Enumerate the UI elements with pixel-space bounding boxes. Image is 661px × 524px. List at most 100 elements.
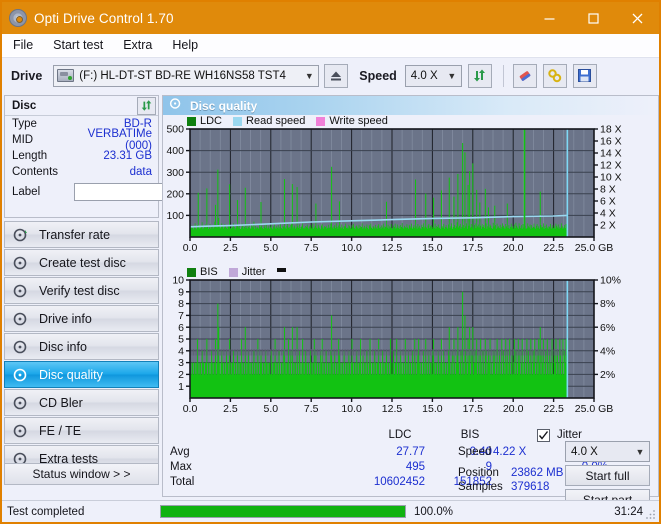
minimize-button[interactable] bbox=[527, 2, 571, 34]
sidebar-item-transfer-rate[interactable]: Transfer rate bbox=[4, 221, 159, 248]
disc-quality-icon bbox=[169, 97, 182, 115]
stats-max-ldc: 495 bbox=[345, 461, 425, 473]
svg-text:500: 500 bbox=[166, 124, 184, 136]
resize-grip[interactable] bbox=[645, 508, 657, 520]
svg-text:12 X: 12 X bbox=[600, 160, 622, 172]
drive-select[interactable]: (F:) HL-DT-ST BD-RE WH16NS58 TST4 ▼ bbox=[53, 65, 319, 87]
progress-bar-fill bbox=[161, 506, 405, 517]
status-window-button[interactable]: Status window > > bbox=[4, 463, 159, 485]
stats-row-label-total: Total bbox=[170, 476, 194, 488]
speed-select[interactable]: 4.0 X ▼ bbox=[405, 65, 462, 87]
svg-text:3: 3 bbox=[178, 357, 184, 369]
read-speed-legend-swatch bbox=[233, 117, 242, 126]
sidebar-label-create-test-disc: Create test disc bbox=[39, 256, 126, 270]
menu-item-help[interactable]: Help bbox=[163, 36, 207, 54]
left-panel: Disc Type BD-R MID VERBATIMe (000) Lengt… bbox=[4, 95, 159, 497]
stats-speed-label: Speed bbox=[458, 446, 491, 458]
content-title: Disc quality bbox=[190, 99, 257, 113]
jitter-checkbox[interactable] bbox=[537, 429, 550, 442]
disc-key-label: Label bbox=[12, 186, 74, 198]
drive-select-value: (F:) HL-DT-ST BD-RE WH16NS58 TST4 bbox=[79, 70, 300, 82]
svg-text:7.5: 7.5 bbox=[304, 242, 319, 254]
disc-key-type: Type bbox=[12, 118, 74, 130]
tools-button[interactable] bbox=[543, 64, 567, 88]
svg-text:22.5: 22.5 bbox=[543, 242, 564, 254]
write-speed-legend-label: Write speed bbox=[329, 115, 388, 127]
sidebar-item-disc-quality[interactable]: Disc quality bbox=[4, 361, 159, 388]
disc-fete-icon bbox=[13, 423, 29, 439]
start-full-button[interactable]: Start full bbox=[565, 465, 650, 486]
disc-burn-icon bbox=[13, 255, 29, 271]
elapsed-time: 31:24 bbox=[476, 506, 659, 518]
eraser-button[interactable] bbox=[513, 64, 537, 88]
stats-row-label-max: Max bbox=[170, 461, 192, 473]
svg-text:16 X: 16 X bbox=[600, 136, 622, 148]
disc-panel-title: Disc bbox=[12, 100, 36, 112]
refresh-button[interactable] bbox=[468, 64, 492, 88]
sidebar-item-disc-info[interactable]: Disc info bbox=[4, 333, 159, 360]
sidebar-item-create-test-disc[interactable]: Create test disc bbox=[4, 249, 159, 276]
menu-item-extra[interactable]: Extra bbox=[114, 36, 161, 54]
speed-select-value: 4.0 X bbox=[411, 70, 443, 82]
sidebar-label-disc-info: Disc info bbox=[39, 340, 87, 354]
svg-text:5.0: 5.0 bbox=[263, 242, 278, 254]
disc-test-icon bbox=[13, 227, 29, 243]
jitter-legend-label: Jitter bbox=[242, 266, 266, 278]
eject-button[interactable] bbox=[324, 64, 348, 88]
svg-text:12.5: 12.5 bbox=[382, 403, 403, 415]
sidebar-label-drive-info: Drive info bbox=[39, 312, 92, 326]
sidebar-label-verify-test-disc: Verify test disc bbox=[39, 284, 120, 298]
svg-text:2.5: 2.5 bbox=[223, 403, 238, 415]
close-button[interactable] bbox=[615, 2, 659, 34]
sidebar-item-verify-test-disc[interactable]: Verify test disc bbox=[4, 277, 159, 304]
optical-drive-icon bbox=[57, 69, 74, 82]
ldc-chart-canvas[interactable]: 1002003004005002 X4 X6 X8 X10 X12 X14 X1… bbox=[163, 115, 658, 263]
bis-legend-label: BIS bbox=[200, 266, 218, 278]
disc-row-length: Length 23.31 GB bbox=[5, 148, 158, 164]
svg-text:4: 4 bbox=[178, 345, 184, 357]
svg-text:7: 7 bbox=[178, 310, 184, 322]
svg-text:10%: 10% bbox=[600, 275, 621, 287]
disc-key-length: Length bbox=[12, 150, 74, 162]
sidebar-item-drive-info[interactable]: Drive info bbox=[4, 305, 159, 332]
svg-text:8%: 8% bbox=[600, 298, 615, 310]
svg-text:18 X: 18 X bbox=[600, 124, 622, 136]
toolbar-separator bbox=[503, 65, 504, 87]
stats-header-bis: BIS bbox=[448, 429, 492, 441]
sidebar-item-cd-bler[interactable]: CD Bler bbox=[4, 389, 159, 416]
menu-item-start-test[interactable]: Start test bbox=[44, 36, 112, 54]
stats-header-jitter: Jitter bbox=[557, 429, 582, 441]
menu-bar: File Start test Extra Help bbox=[2, 34, 659, 57]
save-button[interactable] bbox=[573, 64, 597, 88]
progress-percent: 100.0% bbox=[406, 506, 476, 518]
svg-text:6%: 6% bbox=[600, 322, 615, 334]
svg-text:6: 6 bbox=[178, 322, 184, 334]
test-speed-select[interactable]: 4.0 X ▼ bbox=[565, 441, 650, 462]
drive-label: Drive bbox=[11, 69, 42, 83]
bis-chart-canvas[interactable]: 123456789102%4%6%8%10%0.02.55.07.510.012… bbox=[163, 266, 658, 426]
title-bar: Opti Drive Control 1.70 bbox=[2, 2, 659, 34]
svg-text:4 X: 4 X bbox=[600, 208, 616, 220]
menu-item-file[interactable]: File bbox=[4, 36, 42, 54]
svg-text:300: 300 bbox=[166, 167, 184, 179]
svg-text:2%: 2% bbox=[600, 369, 615, 381]
stats-speed-value: 4.22 X bbox=[493, 446, 563, 458]
disc-row-contents: Contents data bbox=[5, 164, 158, 180]
stats-header-ldc: LDC bbox=[375, 429, 425, 441]
write-speed-legend-swatch bbox=[316, 117, 325, 126]
sidebar-label-cd-bler: CD Bler bbox=[39, 396, 83, 410]
content-panel: Disc quality LDC Read speed Write speed … bbox=[162, 95, 659, 497]
svg-text:2: 2 bbox=[178, 369, 184, 381]
disc-info-panel: Disc Type BD-R MID VERBATIMe (000) Lengt… bbox=[4, 95, 159, 218]
disc-refresh-button[interactable] bbox=[137, 97, 156, 115]
svg-text:100: 100 bbox=[166, 210, 184, 222]
svg-text:6 X: 6 X bbox=[600, 196, 616, 208]
sidebar-item-fe-te[interactable]: FE / TE bbox=[4, 417, 159, 444]
maximize-button[interactable] bbox=[571, 2, 615, 34]
bis-chart: BIS Jitter 123456789102%4%6%8%10%0.02.55… bbox=[163, 266, 658, 426]
stats-total-ldc: 10602452 bbox=[325, 476, 425, 488]
sidebar-label-fe-te: FE / TE bbox=[39, 424, 81, 438]
status-bar: Test completed 100.0% 31:24 bbox=[2, 500, 659, 522]
drive-info-icon bbox=[13, 311, 29, 327]
chevron-down-icon: ▼ bbox=[631, 447, 649, 457]
